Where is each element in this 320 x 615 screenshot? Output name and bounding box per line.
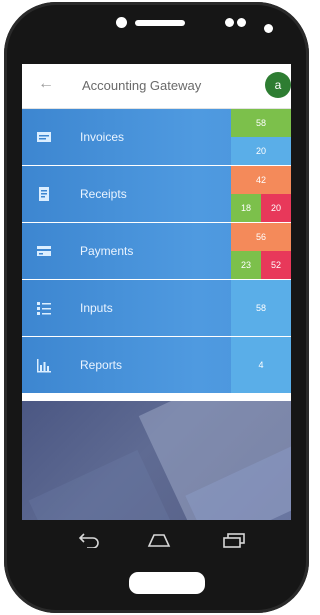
menu-item-reports[interactable]: Reports 4 xyxy=(22,337,291,393)
speaker-grille xyxy=(135,20,185,26)
menu-item-label: Inputs xyxy=(80,301,113,315)
avatar[interactable]: a xyxy=(265,72,291,98)
stat-count-badge: 20 xyxy=(231,137,291,165)
home-button[interactable] xyxy=(129,572,205,594)
menu-item-label: Invoices xyxy=(80,130,125,144)
arrow-back-icon[interactable]: ← xyxy=(38,75,54,93)
nav-home-icon[interactable] xyxy=(146,532,172,553)
menu-item-inputs[interactable]: Inputs 58 xyxy=(22,280,291,336)
background-image xyxy=(22,401,291,520)
invoice-icon xyxy=(36,129,52,145)
stat-count-badge: 56 xyxy=(231,223,291,251)
stat-count-badge: 42 xyxy=(231,166,291,194)
payment-card-icon xyxy=(36,243,52,259)
menu-item-label: Payments xyxy=(80,244,134,258)
system-nav-bar xyxy=(22,520,291,566)
nav-back-icon[interactable] xyxy=(78,532,100,553)
stat-block: 58 xyxy=(231,280,291,336)
stat-count-badge: 4 xyxy=(231,337,291,393)
menu-item-receipts[interactable]: Receipts 42 18 20 xyxy=(22,166,291,222)
stat-block: 58 20 xyxy=(231,109,291,165)
menu-item-invoices[interactable]: Invoices 58 20 xyxy=(22,109,291,165)
camera-dot xyxy=(116,17,127,28)
stat-count-badge: 18 xyxy=(231,194,261,222)
menu-item-payments[interactable]: Payments 56 23 52 xyxy=(22,223,291,279)
stat-block: 42 18 20 xyxy=(231,166,291,222)
stat-block: 56 23 52 xyxy=(231,223,291,279)
stat-count-badge: 58 xyxy=(231,109,291,137)
sensor-dot xyxy=(237,18,246,27)
receipt-icon xyxy=(36,186,52,202)
stat-count-badge: 23 xyxy=(231,251,261,279)
menu-list: Invoices 58 20 Receipts 42 18 20 Payments 56 23 52… xyxy=(22,109,291,394)
stat-count-badge: 52 xyxy=(261,251,291,279)
nav-recents-icon[interactable] xyxy=(222,532,246,553)
sensor-dot xyxy=(225,18,234,27)
menu-item-label: Receipts xyxy=(80,187,127,201)
bar-chart-icon xyxy=(36,357,52,373)
indicator-dot xyxy=(264,24,273,33)
app-screen: ← Accounting Gateway a Invoices 58 20 Recei… xyxy=(22,64,291,520)
checklist-icon xyxy=(36,300,52,316)
app-bar: ← Accounting Gateway a xyxy=(22,64,291,109)
stat-count-badge: 20 xyxy=(261,194,291,222)
stat-count-badge: 58 xyxy=(231,280,291,336)
menu-item-label: Reports xyxy=(80,358,123,372)
stat-block: 4 xyxy=(231,337,291,393)
page-title: Accounting Gateway xyxy=(82,78,202,93)
background-sheet xyxy=(28,449,176,520)
